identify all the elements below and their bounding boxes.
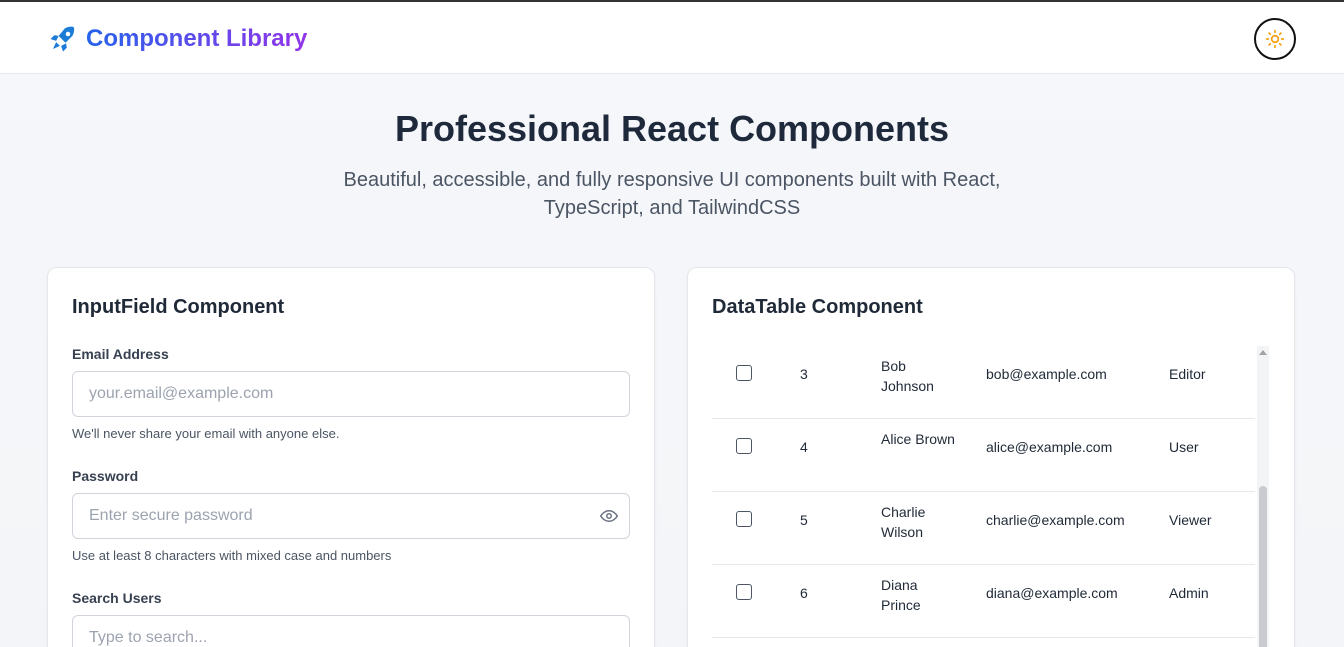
- card-title: InputField Component: [72, 296, 285, 318]
- sun-icon: [1265, 29, 1285, 49]
- email-help-text: We'll never share your email with anyone…: [72, 426, 340, 441]
- cell-email: charlie@example.com: [986, 512, 1125, 528]
- row-checkbox[interactable]: [736, 365, 752, 381]
- brand[interactable]: Component Library: [48, 24, 307, 54]
- password-help-text: Use at least 8 characters with mixed cas…: [72, 548, 392, 563]
- cell-role: Viewer: [1169, 512, 1212, 528]
- app-header: Component Library: [0, 2, 1344, 74]
- cell-id: 5: [800, 512, 808, 528]
- data-table: 3 Bob Johnson bob@example.com Editor 4 A…: [712, 346, 1270, 647]
- row-checkbox[interactable]: [736, 511, 752, 527]
- cell-name: Charlie Wilson: [881, 504, 926, 540]
- cell-id: 4: [800, 439, 808, 455]
- hero-title: Professional React Components: [394, 108, 950, 149]
- scroll-up-arrow-icon[interactable]: [1259, 350, 1267, 355]
- datatable-card: DataTable Component 3 Bob Johnson bob@ex…: [687, 267, 1295, 647]
- cell-role: Admin: [1169, 585, 1209, 601]
- brand-title: Component Library: [86, 25, 308, 52]
- cell-email: bob@example.com: [986, 366, 1107, 382]
- table-row[interactable]: 3 Bob Johnson bob@example.com Editor: [712, 346, 1255, 419]
- table-row[interactable]: 4 Alice Brown alice@example.com User: [712, 419, 1255, 492]
- cell-id: 3: [800, 366, 808, 382]
- search-input[interactable]: [72, 615, 630, 647]
- card-title: DataTable Component: [712, 296, 923, 318]
- row-checkbox[interactable]: [736, 438, 752, 454]
- cell-name: Alice Brown: [881, 431, 955, 447]
- cell-name: Diana Prince: [881, 577, 921, 613]
- eye-icon[interactable]: [600, 510, 618, 522]
- password-label: Password: [72, 468, 139, 484]
- rocket-icon: [50, 26, 75, 52]
- scrollbar-thumb[interactable]: [1259, 486, 1267, 647]
- row-checkbox[interactable]: [736, 584, 752, 600]
- cell-role: User: [1169, 439, 1199, 455]
- theme-toggle-button[interactable]: [1254, 18, 1296, 60]
- email-field[interactable]: [72, 371, 630, 417]
- table-row[interactable]: 5 Charlie Wilson charlie@example.com Vie…: [712, 492, 1255, 565]
- email-label: Email Address: [72, 346, 169, 362]
- password-field[interactable]: [72, 493, 630, 539]
- search-label: Search Users: [72, 590, 162, 606]
- cell-id: 6: [800, 585, 808, 601]
- inputfield-card: InputField Component Email Address We'll…: [47, 267, 655, 647]
- cell-name: Bob Johnson: [881, 358, 934, 394]
- cell-email: alice@example.com: [986, 439, 1113, 455]
- cell-email: diana@example.com: [986, 585, 1118, 601]
- table-scrollbar[interactable]: [1257, 346, 1269, 647]
- hero-subtitle: Beautiful, accessible, and fully respons…: [343, 169, 1001, 219]
- cell-role: Editor: [1169, 366, 1206, 382]
- table-row[interactable]: 6 Diana Prince diana@example.com Admin: [712, 565, 1255, 638]
